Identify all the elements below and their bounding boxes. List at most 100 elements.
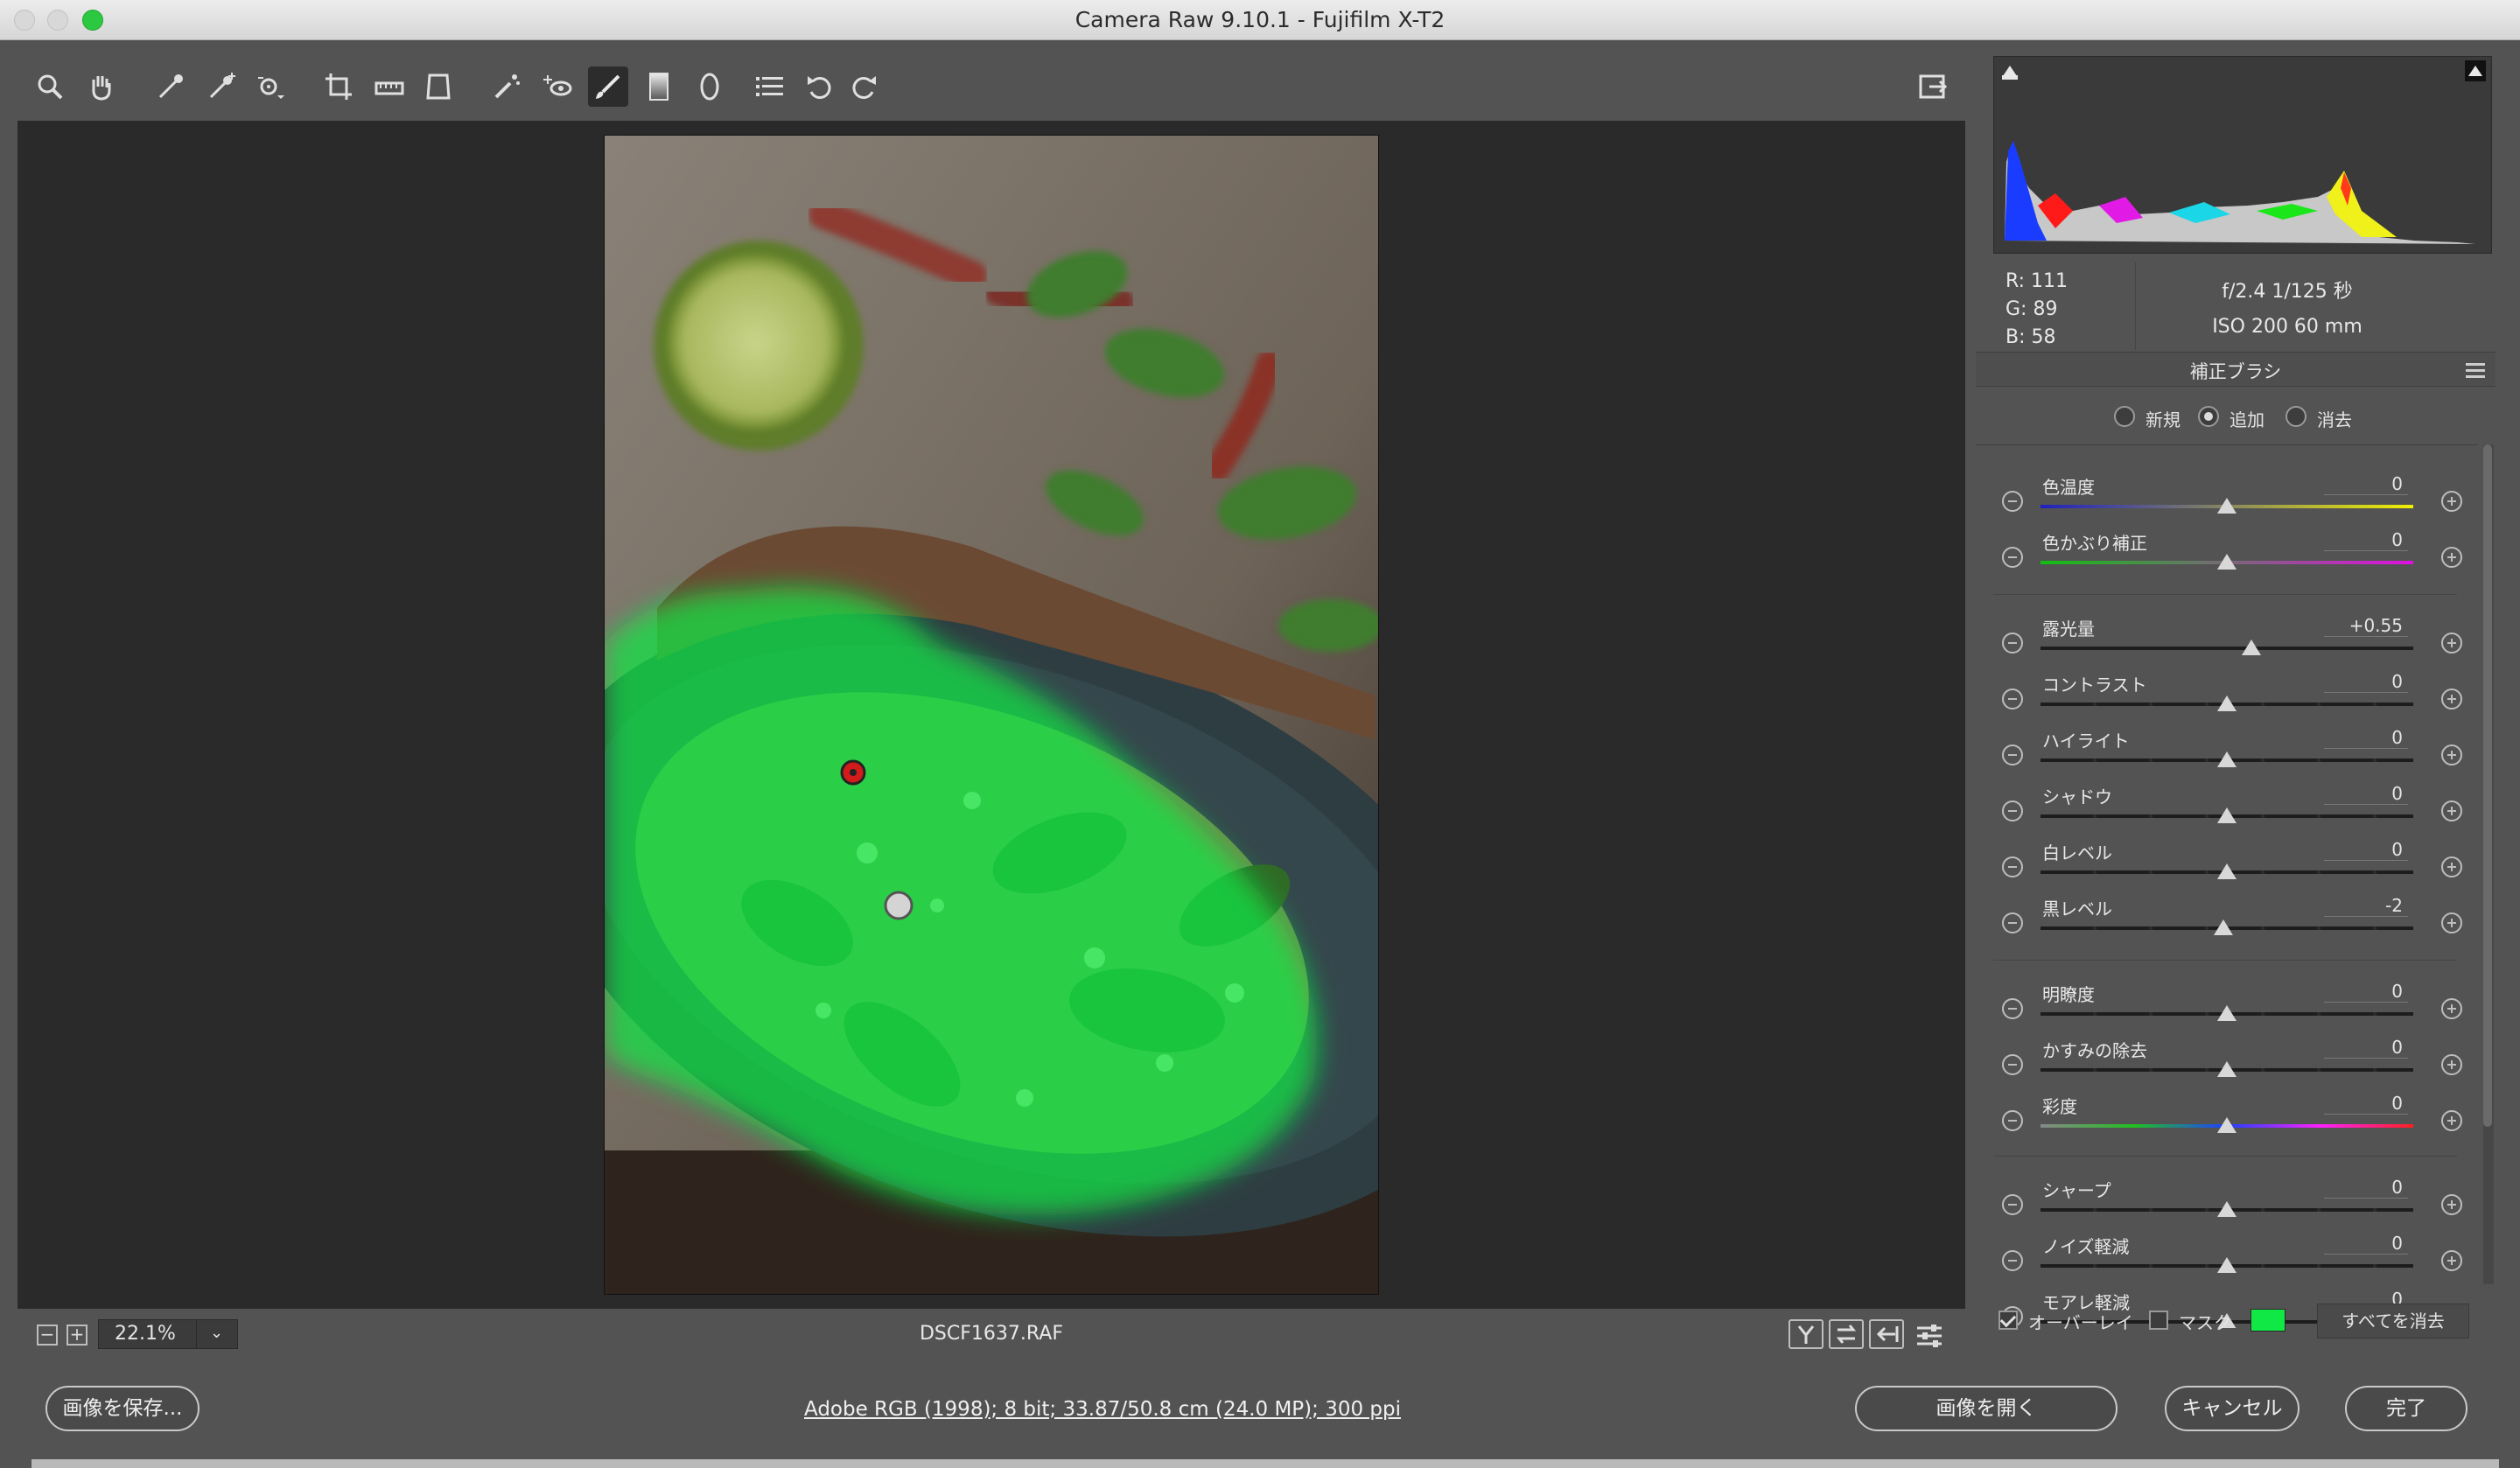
slider-thumb[interactable]: [2217, 498, 2236, 514]
slider-value[interactable]: 0: [2324, 839, 2408, 861]
slider-thumb[interactable]: [2217, 1005, 2236, 1021]
increase-icon[interactable]: [2441, 800, 2462, 821]
decrease-icon[interactable]: [2002, 800, 2023, 821]
copy-settings-icon[interactable]: [1869, 1319, 1904, 1349]
decrease-icon[interactable]: [2002, 998, 2023, 1019]
increase-icon[interactable]: [2441, 1250, 2462, 1271]
increase-icon[interactable]: [2441, 1110, 2462, 1131]
mode-new-radio[interactable]: [2114, 406, 2135, 427]
decrease-icon[interactable]: [2002, 689, 2023, 710]
decrease-icon[interactable]: [2002, 1250, 2023, 1271]
slider-value[interactable]: 0: [2324, 473, 2408, 495]
slider-thumb[interactable]: [2217, 554, 2236, 570]
mask-color-swatch[interactable]: [2250, 1309, 2286, 1332]
image-preview-area[interactable]: [18, 121, 1965, 1309]
mask-checkbox[interactable]: [2149, 1311, 2168, 1330]
spot-removal-tool-icon[interactable]: [486, 66, 527, 107]
slider-thumb[interactable]: [2217, 1201, 2236, 1217]
decrease-icon[interactable]: [2002, 744, 2023, 765]
overlay-checkbox[interactable]: [1998, 1311, 2018, 1330]
shadow-clipping-warning-icon[interactable]: [1999, 60, 2020, 81]
slider-value[interactable]: 0: [2324, 1037, 2408, 1059]
slider-value[interactable]: 0: [2324, 783, 2408, 805]
preview-settings-icon[interactable]: [1909, 1316, 1950, 1356]
target-adjustment-tool-icon[interactable]: [250, 66, 290, 107]
increase-icon[interactable]: [2441, 912, 2462, 933]
slider-row: 明瞭度 0: [1976, 975, 2478, 1031]
slider-label: 色温度: [2042, 477, 2095, 498]
clear-all-button[interactable]: すべてを消去: [2317, 1304, 2469, 1339]
crop-tool-icon[interactable]: [318, 66, 359, 107]
decrease-icon[interactable]: [2002, 856, 2023, 877]
slider-track[interactable]: [2040, 647, 2413, 650]
increase-icon[interactable]: [2441, 547, 2462, 568]
color-sampler-tool-icon[interactable]: [201, 66, 242, 107]
before-after-view-icon[interactable]: [1788, 1319, 1824, 1349]
panel-scrollbar-thumb[interactable]: [2483, 444, 2492, 1127]
slider-thumb[interactable]: [2213, 919, 2233, 935]
decrease-icon[interactable]: [2002, 912, 2023, 933]
done-button[interactable]: 完了: [2345, 1386, 2468, 1431]
photo-preview[interactable]: [604, 135, 1379, 1295]
decrease-icon[interactable]: [2002, 1194, 2023, 1215]
white-balance-tool-icon[interactable]: [150, 66, 191, 107]
slider-thumb[interactable]: [2217, 1061, 2236, 1077]
radial-filter-tool-icon[interactable]: [690, 66, 730, 107]
overlay-controls: オーバーレイ マスク すべてを消去: [1976, 1295, 2496, 1347]
mode-erase-radio[interactable]: [2286, 406, 2306, 427]
decrease-icon[interactable]: [2002, 1110, 2023, 1131]
slider-value[interactable]: 0: [2324, 671, 2408, 693]
slider-value[interactable]: 0: [2324, 529, 2408, 551]
slider-value[interactable]: 0: [2324, 1233, 2408, 1255]
graduated-filter-tool-icon[interactable]: [639, 66, 679, 107]
panel-menu-icon[interactable]: [2466, 361, 2485, 379]
adjustment-brush-tool-icon[interactable]: [588, 66, 628, 107]
rgb-readout-r: R: 111: [2006, 270, 2068, 292]
mode-new-label: 新規: [2146, 409, 2180, 430]
cancel-button[interactable]: キャンセル: [2165, 1386, 2300, 1431]
slider-thumb[interactable]: [2217, 863, 2236, 879]
slider-label: ノイズ軽減: [2042, 1236, 2130, 1257]
decrease-icon[interactable]: [2002, 547, 2023, 568]
rotate-right-icon[interactable]: [844, 66, 884, 107]
slider-thumb[interactable]: [2217, 807, 2236, 823]
hand-tool-icon[interactable]: [80, 66, 121, 107]
decrease-icon[interactable]: [2002, 633, 2023, 654]
increase-icon[interactable]: [2441, 633, 2462, 654]
slider-thumb[interactable]: [2241, 640, 2261, 655]
slider-thumb[interactable]: [2217, 751, 2236, 767]
slider-group-divider: [1993, 594, 2457, 595]
preferences-list-icon[interactable]: [749, 66, 789, 107]
swap-settings-icon[interactable]: [1829, 1319, 1864, 1349]
panel-header: 補正ブラシ: [1976, 352, 2496, 387]
decrease-icon[interactable]: [2002, 491, 2023, 512]
increase-icon[interactable]: [2441, 689, 2462, 710]
transform-tool-icon[interactable]: [418, 66, 458, 107]
slider-value[interactable]: -2: [2324, 895, 2408, 917]
increase-icon[interactable]: [2441, 998, 2462, 1019]
mode-add-radio[interactable]: [2198, 406, 2219, 427]
slider-thumb[interactable]: [2217, 1257, 2236, 1273]
rotate-left-icon[interactable]: [800, 66, 840, 107]
open-image-button[interactable]: 画像を開く: [1855, 1386, 2118, 1431]
red-eye-tool-icon[interactable]: [537, 66, 578, 107]
straighten-tool-icon[interactable]: [369, 66, 410, 107]
slider-label: コントラスト: [2042, 675, 2147, 696]
slider-thumb[interactable]: [2217, 1117, 2236, 1133]
slider-value[interactable]: 0: [2324, 981, 2408, 1003]
increase-icon[interactable]: [2441, 744, 2462, 765]
slider-thumb[interactable]: [2217, 696, 2236, 711]
increase-icon[interactable]: [2441, 856, 2462, 877]
slider-value[interactable]: 0: [2324, 1093, 2408, 1115]
highlight-clipping-warning-icon[interactable]: [2465, 60, 2486, 81]
decrease-icon[interactable]: [2002, 1054, 2023, 1075]
slider-value[interactable]: 0: [2324, 1177, 2408, 1199]
zoom-tool-icon[interactable]: [30, 66, 70, 107]
increase-icon[interactable]: [2441, 491, 2462, 512]
fullscreen-toggle-icon[interactable]: [1913, 66, 1953, 107]
slider-value[interactable]: +0.55: [2324, 615, 2408, 637]
slider-value[interactable]: 0: [2324, 727, 2408, 749]
increase-icon[interactable]: [2441, 1194, 2462, 1215]
panel-scrollbar[interactable]: [2483, 444, 2494, 1284]
increase-icon[interactable]: [2441, 1054, 2462, 1075]
